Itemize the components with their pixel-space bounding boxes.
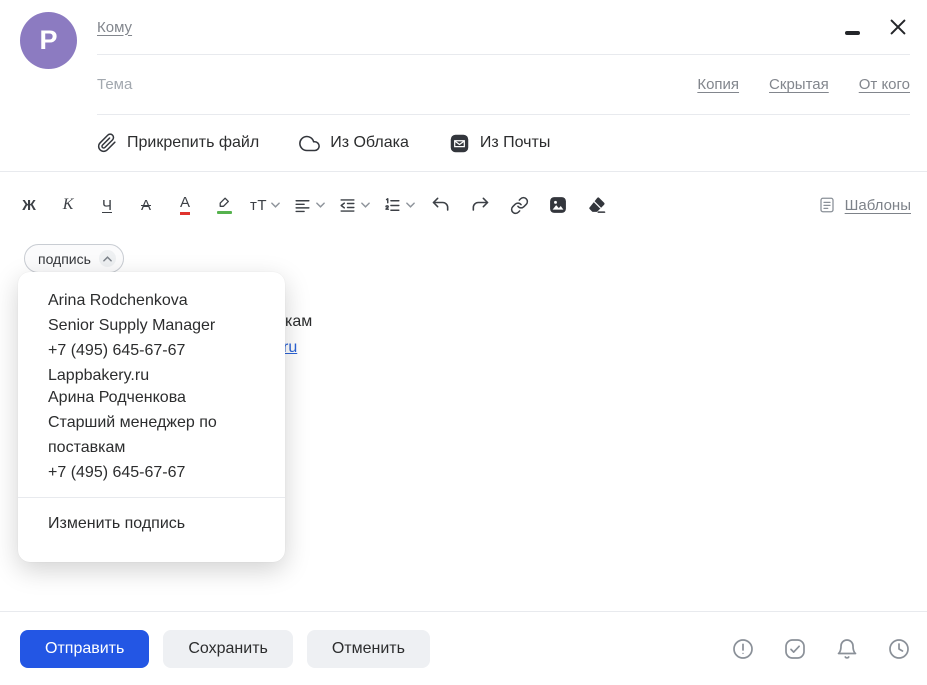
- from-mail-label: Из Почты: [479, 134, 551, 151]
- schedule-send-button[interactable]: [887, 637, 911, 661]
- eraser-icon: [589, 197, 606, 213]
- close-button[interactable]: [885, 12, 911, 42]
- bold-button[interactable]: Ж: [16, 191, 42, 219]
- mail-badge-icon: [450, 134, 469, 152]
- to-input-area[interactable]: Кому: [97, 0, 910, 55]
- insert-link-button[interactable]: [506, 191, 532, 219]
- edit-signature-button[interactable]: Изменить подпись: [18, 498, 285, 533]
- bcc-link[interactable]: Скрытая: [769, 76, 829, 93]
- body-text-fragment: кам: [285, 313, 313, 330]
- bell-icon: [837, 638, 857, 659]
- redo-icon: [472, 197, 489, 211]
- paperclip-icon: [97, 133, 116, 153]
- align-icon: [295, 199, 310, 212]
- from-link[interactable]: От кого: [859, 76, 910, 93]
- chevron-down-icon: [361, 202, 370, 208]
- save-button[interactable]: Сохранить: [163, 629, 293, 668]
- marker-icon: [219, 197, 229, 207]
- minimize-button[interactable]: [839, 12, 865, 42]
- format-toolbar: Ж К Ч А А тТ Шаблоны: [16, 172, 911, 238]
- window-controls: [839, 12, 911, 42]
- signature-chip-label: подпись: [38, 250, 91, 267]
- check-badge-icon: [785, 638, 805, 659]
- from-cloud-label: Из Облака: [330, 134, 409, 151]
- clear-format-button[interactable]: [584, 191, 610, 219]
- highlight-button[interactable]: [211, 191, 237, 219]
- signature-option[interactable]: Arina Rodchenkova Senior Supply Manager …: [18, 288, 285, 385]
- importance-button[interactable]: [731, 637, 755, 661]
- numbered-list-icon: [385, 197, 400, 211]
- insert-image-button[interactable]: [545, 191, 571, 219]
- send-button[interactable]: Отправить: [20, 629, 150, 668]
- footer-bar: Отправить Сохранить Отменить: [0, 611, 927, 685]
- signature-dropdown: Arina Rodchenkova Senior Supply Manager …: [18, 272, 285, 562]
- reminder-button[interactable]: [835, 637, 859, 661]
- indent-button[interactable]: [338, 191, 370, 219]
- chevron-down-icon: [316, 202, 325, 208]
- cloud-icon: [299, 135, 321, 151]
- subject-input-area[interactable]: Тема Копия Скрытая От кого: [97, 55, 910, 115]
- text-color-button[interactable]: А: [172, 191, 198, 219]
- compose-window: P Кому Тема Копия Скрытая От кого Прикре…: [0, 0, 927, 685]
- redo-button[interactable]: [467, 191, 493, 219]
- attach-file-button[interactable]: Прикрепить файл: [97, 133, 259, 153]
- chevron-down-icon: [271, 202, 280, 208]
- indent-icon: [340, 198, 355, 212]
- chevron-up-icon: [98, 250, 116, 267]
- receipt-button[interactable]: [783, 637, 807, 661]
- clock-icon: [889, 638, 909, 659]
- template-doc-icon: [820, 197, 834, 213]
- strikethrough-button[interactable]: А: [133, 191, 159, 219]
- italic-button[interactable]: К: [55, 191, 81, 219]
- body-link-fragment[interactable]: ru: [283, 339, 297, 357]
- signature-chip[interactable]: подпись: [24, 244, 124, 273]
- signature-option[interactable]: Арина Родченкова Старший менеджер по пос…: [18, 385, 285, 482]
- templates-label: Шаблоны: [844, 196, 911, 214]
- chevron-down-icon: [406, 202, 415, 208]
- image-icon: [550, 197, 566, 213]
- to-field-label[interactable]: Кому: [97, 19, 132, 36]
- minimize-icon: [844, 31, 860, 35]
- subject-placeholder: Тема: [97, 76, 133, 93]
- underline-button[interactable]: Ч: [94, 191, 120, 219]
- from-cloud-button[interactable]: Из Облака: [299, 133, 409, 154]
- link-icon: [510, 196, 528, 214]
- warning-circle-icon: [733, 638, 753, 659]
- undo-icon: [432, 197, 449, 211]
- cc-link[interactable]: Копия: [697, 76, 739, 93]
- avatar: P: [20, 12, 77, 69]
- font-size-button[interactable]: тТ: [250, 191, 280, 219]
- undo-button[interactable]: [428, 191, 454, 219]
- numbered-list-button[interactable]: [383, 191, 415, 219]
- attach-file-label: Прикрепить файл: [127, 134, 260, 151]
- recipient-extra-links: Копия Скрытая От кого: [697, 76, 910, 93]
- align-button[interactable]: [293, 191, 325, 219]
- from-mail-button[interactable]: Из Почты: [449, 133, 551, 154]
- highlight-color-swatch: [216, 211, 232, 214]
- close-icon: [890, 19, 906, 35]
- cancel-button[interactable]: Отменить: [306, 629, 430, 668]
- avatar-letter: P: [39, 25, 58, 55]
- attach-bar: Прикрепить файл Из Облака Из Почты: [0, 115, 927, 172]
- templates-button[interactable]: Шаблоны: [818, 196, 911, 214]
- footer-icons: [731, 637, 911, 661]
